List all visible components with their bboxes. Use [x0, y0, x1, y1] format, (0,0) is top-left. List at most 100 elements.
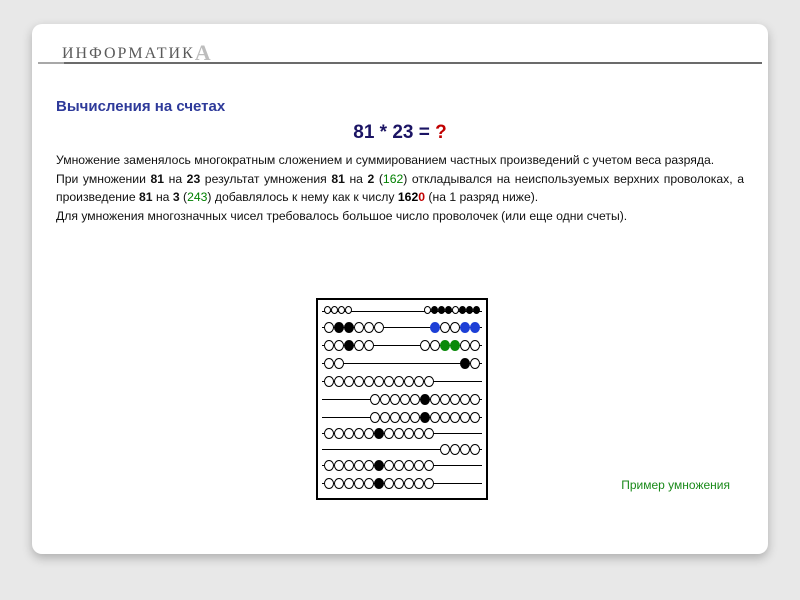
abacus-bead [380, 394, 390, 405]
abacus-bead [334, 428, 344, 439]
abacus-bead [424, 376, 434, 387]
abacus-bead [452, 306, 459, 314]
abacus-right-group [424, 306, 480, 314]
abacus-bead [334, 322, 344, 333]
abacus-bead [414, 460, 424, 471]
abacus-bead [466, 306, 473, 314]
abacus-bead [334, 358, 344, 369]
abacus-bead [450, 412, 460, 423]
abacus-bead [470, 322, 480, 333]
abacus-bead [384, 376, 394, 387]
p2-i: ) добавлялось к нему как к числу [207, 190, 397, 204]
abacus-bead [354, 428, 364, 439]
abacus-bead [450, 394, 460, 405]
num-23: 23 [187, 172, 201, 186]
abacus-bead [334, 376, 344, 387]
abacus-bead [420, 340, 430, 351]
abacus-bead [400, 394, 410, 405]
num-3: 3 [173, 190, 180, 204]
abacus-bead [460, 340, 470, 351]
abacus-bead [460, 322, 470, 333]
abacus-row [318, 322, 486, 334]
abacus-right-group [430, 322, 480, 333]
abacus-left-group [324, 478, 434, 489]
section-title: Вычисления на счетах [56, 98, 225, 115]
abacus-bead [414, 478, 424, 489]
body-text: Умножение заменялось многократным сложен… [56, 152, 744, 227]
abacus-bead [470, 412, 480, 423]
paragraph-2: При умножении 81 на 23 результат умножен… [56, 171, 744, 206]
p3-text: Для умножения многозначных чисел требова… [56, 209, 627, 223]
abacus-bead [394, 478, 404, 489]
abacus-bead [364, 340, 374, 351]
abacus-bead [470, 340, 480, 351]
abacus-bead [445, 306, 452, 314]
p2-b: на [164, 172, 187, 186]
abacus-bead [384, 478, 394, 489]
abacus-bead [324, 306, 331, 314]
p2-e: ( [374, 172, 383, 186]
p2-a: При умножении [56, 172, 150, 186]
abacus-bead [460, 412, 470, 423]
num-162: 162 [383, 172, 403, 186]
abacus-bead [394, 428, 404, 439]
num-1620-zero: 0 [418, 190, 425, 204]
num-81-a: 81 [150, 172, 164, 186]
abacus-right-group [370, 394, 480, 405]
abacus-row [318, 428, 486, 440]
abacus-bead [414, 376, 424, 387]
abacus-bead [354, 340, 364, 351]
abacus-bead [420, 394, 430, 405]
abacus-bead [394, 376, 404, 387]
abacus-row [318, 412, 486, 424]
abacus-bead [344, 322, 354, 333]
p2-c: результат умножения [200, 172, 331, 186]
abacus-bead [374, 460, 384, 471]
p2-g: на [153, 190, 173, 204]
abacus-bead [470, 358, 480, 369]
abacus-bead [344, 478, 354, 489]
abacus-bead [384, 428, 394, 439]
p2-j: (на 1 разряд ниже). [425, 190, 538, 204]
abacus-bead [324, 460, 334, 471]
abacus-bead [404, 460, 414, 471]
abacus-bead [324, 322, 334, 333]
abacus-bead [324, 376, 334, 387]
abacus-bead [460, 444, 470, 455]
abacus-right-group [460, 358, 480, 369]
abacus-bead [404, 428, 414, 439]
abacus-bead [344, 428, 354, 439]
abacus-bead [354, 322, 364, 333]
abacus-row [318, 444, 486, 456]
abacus-bead [344, 376, 354, 387]
abacus-bead [331, 306, 338, 314]
abacus-bead [440, 444, 450, 455]
abacus-bead [390, 394, 400, 405]
brand-rule-fade [38, 62, 64, 64]
paragraph-3: Для умножения многозначных чисел требова… [56, 208, 744, 225]
abacus-bead [344, 460, 354, 471]
abacus-bead [374, 376, 384, 387]
abacus-bead [354, 478, 364, 489]
abacus-left-group [324, 322, 384, 333]
abacus-bead [374, 478, 384, 489]
abacus-bead [374, 322, 384, 333]
num-1620: 1620 [398, 190, 425, 204]
p2-d: на [345, 172, 368, 186]
abacus-bead [324, 358, 334, 369]
num-1620-head: 162 [398, 190, 418, 204]
abacus-bead [473, 306, 480, 314]
abacus-row [318, 358, 486, 370]
abacus-bead [430, 340, 440, 351]
abacus-bead [334, 478, 344, 489]
abacus-bead [450, 340, 460, 351]
abacus-bead [440, 322, 450, 333]
abacus-bead [440, 394, 450, 405]
abacus-left-group [324, 376, 434, 387]
abacus-row [318, 478, 486, 490]
abacus-bead [424, 428, 434, 439]
abacus-bead [460, 358, 470, 369]
abacus-bead [424, 306, 431, 314]
abacus-bead [431, 306, 438, 314]
caption: Пример умножения [621, 478, 730, 492]
